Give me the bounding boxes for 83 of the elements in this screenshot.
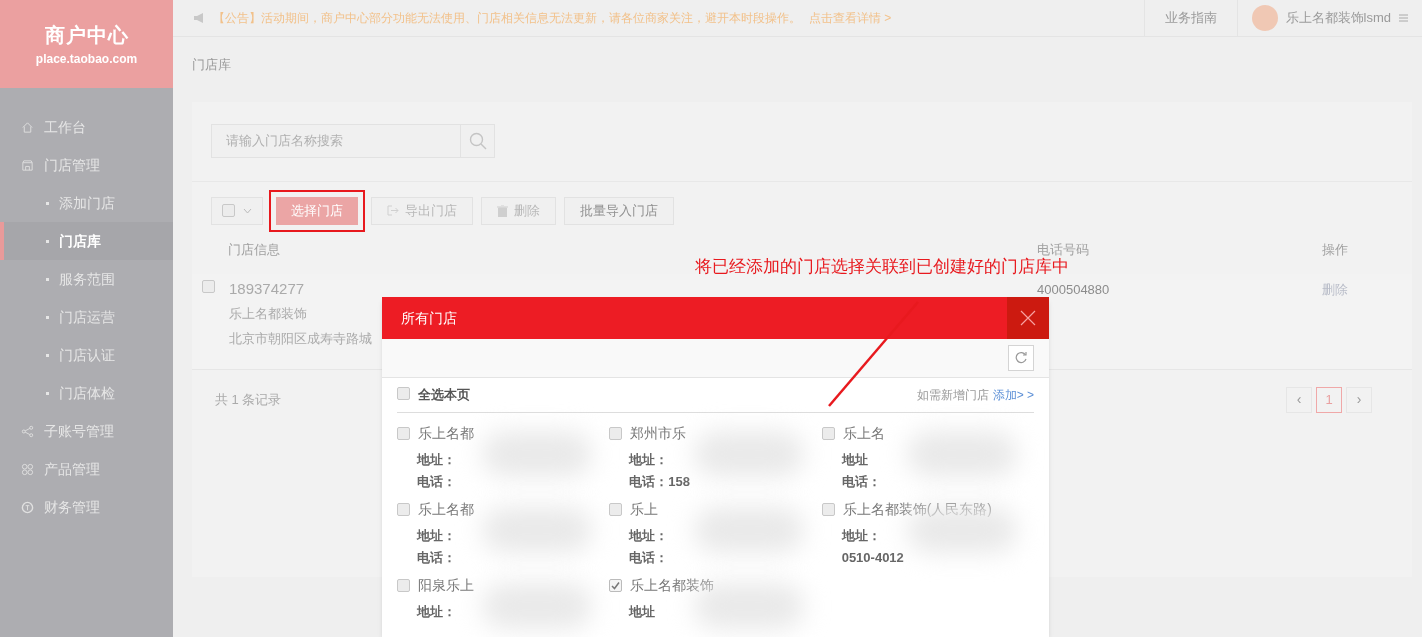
store-phone: 电话：	[841, 472, 882, 491]
checkbox[interactable]	[222, 204, 235, 217]
store-address: 北京市朝阳区成寿寺路城	[229, 330, 372, 348]
search-icon	[468, 132, 487, 150]
checkbox[interactable]	[397, 503, 410, 516]
bullet-icon	[46, 315, 49, 319]
store-address: 地址：	[841, 527, 882, 545]
bullet-icon	[46, 201, 49, 205]
store-phone: 电话：	[417, 548, 457, 567]
home-icon	[21, 120, 34, 134]
select-all-label: 全选本页	[418, 386, 471, 405]
notice-tag: 【公告】	[213, 9, 261, 27]
checkbox[interactable]	[821, 427, 835, 440]
notice-text: 活动期间，商户中心部分功能无法使用、门店相关信息无法更新，请各位商家关注，避开本时段操作。	[261, 10, 801, 27]
next-page-button[interactable]: ›	[1346, 386, 1372, 413]
store-name: 乐上名都	[418, 424, 474, 443]
notice-link[interactable]: 点击查看详情 >	[809, 9, 892, 27]
checkbox[interactable]	[397, 427, 410, 440]
checkbox[interactable]	[397, 579, 410, 592]
checkbox[interactable]	[609, 503, 623, 516]
close-icon	[1020, 310, 1036, 326]
caret-icon	[243, 207, 252, 214]
refresh-button[interactable]	[1008, 344, 1034, 371]
store-name: 乐上名都装饰(人民东路)	[842, 500, 992, 519]
toolbar-button[interactable]: 批量导入门店	[564, 196, 674, 225]
store-name: 乐上名都装饰	[630, 576, 715, 595]
annotation-text: 将已经添加的门店选择关联到已创建好的门店库中	[695, 256, 1069, 278]
store-name: 乐上	[630, 500, 659, 519]
checkbox[interactable]	[609, 579, 623, 592]
menu-icon[interactable]	[1399, 14, 1408, 22]
store-name: 乐上名都装饰	[229, 304, 308, 323]
store-icon	[21, 158, 34, 172]
previous-page-button[interactable]: ‹	[1286, 386, 1312, 413]
store-address: 地址	[629, 603, 657, 621]
bullet-icon	[46, 277, 49, 281]
header-link[interactable]: 业务指南	[1143, 0, 1237, 37]
column-header: 操作	[1322, 241, 1348, 257]
logo-subtitle: place.taobao.com	[35, 51, 138, 68]
column-header: 电话号码	[1037, 241, 1089, 257]
store-address: 地址	[841, 451, 869, 469]
select-all-dropdown[interactable]	[211, 196, 263, 225]
export-icon	[387, 205, 399, 216]
share-icon	[21, 424, 34, 438]
store-name: 乐上名都	[418, 500, 474, 519]
checkbox[interactable]	[202, 279, 215, 293]
add-store-hint: 如需新增门店	[916, 386, 989, 404]
sidebar-subitem[interactable]: 门店库	[0, 222, 173, 260]
modal-title: 所有门店	[401, 308, 458, 328]
breadcrumb: 门店库	[192, 56, 232, 74]
store-name: 乐上名	[842, 424, 885, 443]
checkbox[interactable]	[397, 386, 410, 400]
trash-icon	[497, 204, 508, 217]
store-phone: 电话：158	[629, 472, 692, 491]
user-name[interactable]: 乐上名都装饰lsmd	[1285, 8, 1391, 28]
search-button[interactable]	[461, 124, 495, 158]
bullet-icon	[46, 353, 49, 357]
toolbar-button[interactable]: 选择门店	[276, 196, 358, 225]
record-count: 共 1 条记录	[215, 390, 282, 409]
store-address: 地址：	[629, 527, 670, 545]
bullet-icon	[46, 239, 49, 243]
checkbox[interactable]	[821, 503, 835, 516]
phone-cell: 4000504880	[1037, 281, 1110, 297]
close-button[interactable]	[1007, 297, 1049, 339]
store-phone: 电话：	[629, 548, 670, 567]
logo-title: 商户中心	[44, 23, 129, 48]
refresh-icon	[1014, 350, 1028, 365]
store-address: 地址：	[629, 451, 670, 469]
page-button[interactable]: 1	[1316, 386, 1342, 413]
store-phone: 0510-4012	[841, 548, 905, 567]
store-phone: 电话：	[417, 472, 457, 491]
store-address: 地址：	[417, 451, 457, 469]
avatar	[1251, 5, 1278, 31]
store-address: 地址：	[417, 603, 457, 621]
checkbox[interactable]	[609, 427, 623, 440]
column-header: 门店信息	[228, 241, 280, 257]
store-name: 郑州市乐	[630, 424, 687, 443]
store-id: 189374277	[229, 279, 306, 298]
store-address: 地址：	[417, 527, 457, 545]
bullet-icon	[46, 391, 49, 395]
store-name: 阳泉乐上	[418, 576, 474, 595]
add-store-link[interactable]: 添加> >	[992, 385, 1034, 404]
coin-icon	[21, 500, 34, 514]
grid-icon	[21, 462, 34, 476]
